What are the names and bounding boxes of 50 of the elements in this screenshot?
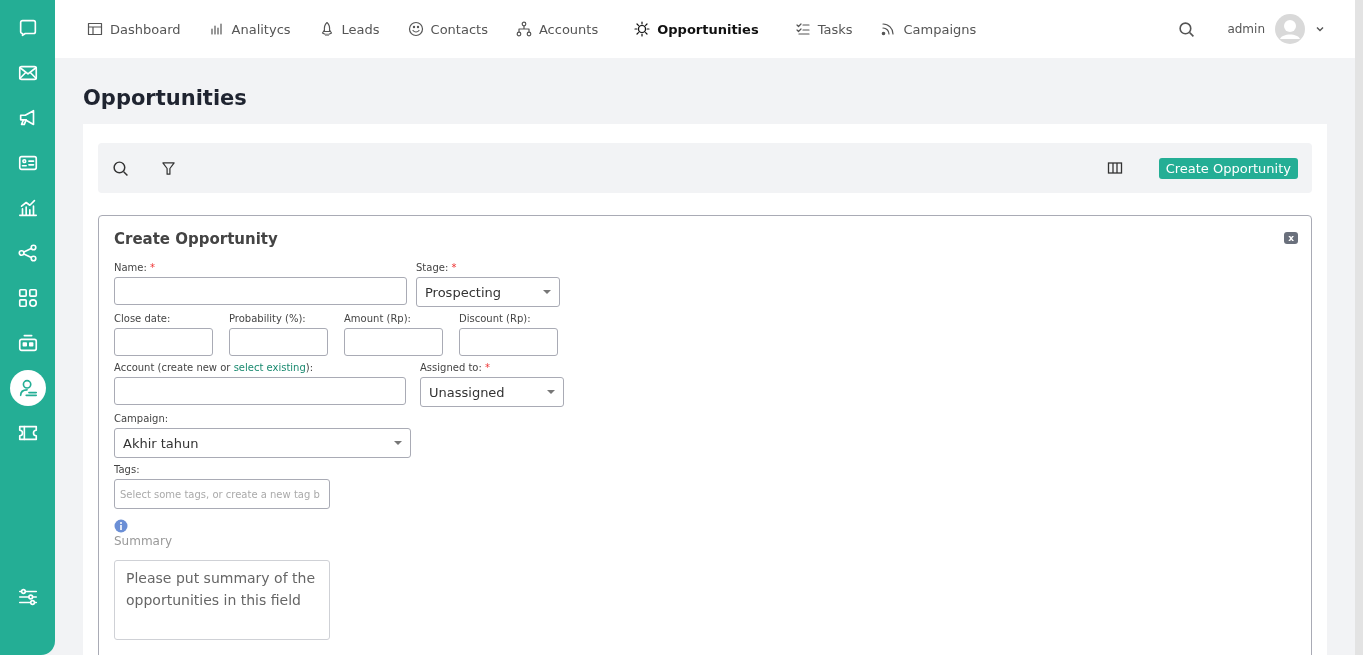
page-title: Opportunities — [83, 86, 248, 110]
assigned-select[interactable]: Unassigned — [420, 377, 564, 407]
chevron-down-icon[interactable] — [1315, 24, 1325, 34]
name-input[interactable] — [114, 277, 407, 305]
filter-icon[interactable] — [161, 160, 176, 176]
rss-icon — [880, 21, 897, 37]
dashboard-icon — [87, 21, 103, 37]
field-label: Tags: — [114, 464, 141, 475]
nav-link[interactable]: Analitycs — [208, 14, 291, 44]
field-label: Name: * — [114, 262, 157, 273]
select-existing-link[interactable]: select existing — [233, 362, 306, 373]
tasks-icon — [794, 21, 811, 37]
input-field[interactable] — [459, 328, 558, 356]
field-label: Close date: — [114, 313, 172, 324]
search-icon[interactable] — [1178, 20, 1196, 38]
field-label: Discount (Rp): — [459, 313, 532, 324]
info-icon — [114, 519, 128, 533]
summary-textarea[interactable]: Please put summary of the opportunities in this field — [114, 560, 330, 640]
avatar-icon[interactable] — [1275, 14, 1305, 44]
nav-link[interactable]: Tasks — [794, 14, 853, 44]
nav-link[interactable]: Campaigns — [880, 14, 977, 44]
summary-label: Summary — [114, 534, 173, 548]
campaign-select[interactable]: Akhir tahun — [114, 428, 411, 458]
tree-icon — [515, 21, 532, 37]
bars-icon — [208, 21, 225, 37]
sun-icon — [634, 21, 651, 37]
nav-link[interactable]: Accounts — [515, 14, 599, 44]
field-label: Amount (Rp): — [344, 313, 412, 324]
input-field[interactable] — [229, 328, 328, 356]
field-label: Assigned to: * — [420, 362, 491, 373]
field-label: Stage: * — [416, 262, 458, 273]
field-label: Account (create new or select existing): — [114, 362, 315, 373]
field-label: Campaign: — [114, 413, 170, 424]
user-name: admin — [1227, 22, 1265, 36]
form-title: Create Opportunity — [114, 230, 278, 248]
stage-select[interactable]: Prospecting — [416, 277, 560, 307]
nav-link[interactable]: Dashboard — [87, 14, 181, 44]
search-icon[interactable] — [112, 159, 129, 177]
person-icon[interactable] — [9, 370, 46, 406]
nav-link[interactable]: Opportunities — [626, 14, 767, 44]
smile-icon — [407, 21, 424, 37]
field-label: Probability (%): — [229, 313, 307, 324]
input-field[interactable] — [344, 328, 443, 356]
tags-input[interactable]: Select some tags, or create a new tag b — [114, 479, 330, 509]
account-input[interactable] — [114, 377, 406, 405]
columns-icon[interactable] — [1106, 160, 1123, 176]
nav-link[interactable]: Contacts — [407, 14, 488, 44]
input-field[interactable] — [114, 328, 213, 356]
nav-link[interactable]: Leads — [318, 14, 380, 44]
close-button[interactable]: x — [1284, 232, 1298, 244]
